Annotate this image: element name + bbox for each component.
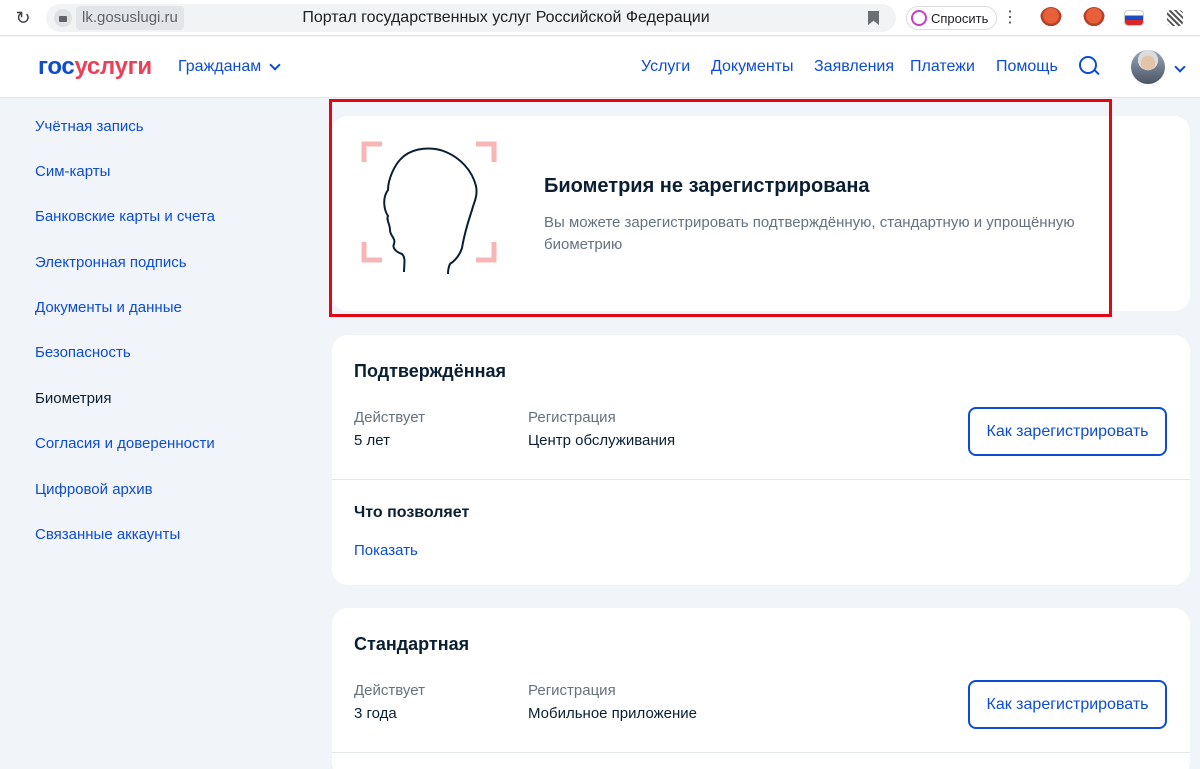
- allows-title: Что позволяет: [354, 504, 470, 521]
- avatar[interactable]: [1131, 50, 1165, 84]
- confirmed-title: Подтверждённая: [354, 361, 506, 381]
- registration-value: Мобильное приложение: [528, 705, 697, 722]
- browser-toolbar: ↻ lk.gosuslugi.ru Портал государственных…: [0, 0, 1200, 36]
- ask-icon: [911, 10, 927, 26]
- nav-documents[interactable]: Документы: [711, 55, 793, 79]
- gosuslugi-logo[interactable]: госуслуги: [38, 53, 152, 81]
- divider: [332, 479, 1190, 480]
- lock-icon[interactable]: [54, 9, 72, 27]
- logo-part-gos: гос: [38, 53, 75, 80]
- sidebar-item-linked-accounts[interactable]: Связанные аккаунты: [35, 525, 180, 545]
- sidebar-item-consents[interactable]: Согласия и доверенности: [35, 434, 215, 454]
- sidebar-item-documents[interactable]: Документы и данные: [35, 298, 182, 318]
- search-icon[interactable]: [1078, 55, 1100, 77]
- registration-label: Регистрация: [528, 409, 616, 426]
- divider: [332, 752, 1190, 753]
- how-to-register-button[interactable]: Как зарегистрировать: [968, 407, 1167, 456]
- nav-payments[interactable]: Платежи: [910, 55, 975, 79]
- russian-flag-extension-icon[interactable]: [1124, 10, 1144, 26]
- reload-icon[interactable]: ↻: [12, 7, 34, 29]
- chevron-down-icon: [269, 59, 281, 71]
- sidebar-item-account[interactable]: Учётная запись: [35, 117, 144, 137]
- extension-icon[interactable]: [1083, 7, 1105, 29]
- role-label: Гражданам: [178, 58, 262, 75]
- chevron-down-icon[interactable]: [1174, 61, 1186, 73]
- sidebar-item-bank-cards[interactable]: Банковские карты и счета: [35, 207, 215, 227]
- ask-button[interactable]: Спросить: [906, 6, 998, 30]
- role-selector[interactable]: Гражданам: [178, 55, 281, 79]
- valid-value: 5 лет: [354, 432, 390, 449]
- url-domain: lk.gosuslugi.ru: [76, 6, 184, 30]
- registration-label: Регистрация: [528, 682, 616, 699]
- show-link[interactable]: Показать: [354, 541, 418, 561]
- sidebar-item-e-signature[interactable]: Электронная подпись: [35, 253, 187, 273]
- sidebar-item-security[interactable]: Безопасность: [35, 343, 131, 363]
- sidebar-item-sim-cards[interactable]: Сим-карты: [35, 162, 110, 182]
- ask-label: Спросить: [931, 10, 989, 26]
- site-header: госуслуги Гражданам Услуги Документы Зая…: [0, 37, 1200, 98]
- sidebar-item-biometrics[interactable]: Биометрия: [35, 389, 111, 409]
- sidebar-item-digital-archive[interactable]: Цифровой архив: [35, 480, 153, 500]
- standard-title: Стандартная: [354, 634, 470, 654]
- address-bar[interactable]: lk.gosuslugi.ru Портал государственных у…: [46, 4, 896, 32]
- nav-applications[interactable]: Заявления: [814, 55, 894, 79]
- registration-value: Центр обслуживания: [528, 432, 676, 449]
- valid-value: 3 года: [354, 705, 397, 722]
- logo-part-uslugi: услуги: [74, 53, 152, 80]
- page-title: Портал государственных услуг Российской …: [302, 9, 710, 26]
- more-menu-icon[interactable]: ⋮: [1002, 6, 1018, 30]
- nav-help[interactable]: Помощь: [996, 55, 1058, 79]
- highlight-frame: [329, 99, 1112, 317]
- how-to-register-button[interactable]: Как зарегистрировать: [968, 680, 1167, 729]
- valid-label: Действует: [354, 409, 425, 426]
- extension-icon[interactable]: [1040, 7, 1062, 29]
- valid-label: Действует: [354, 682, 425, 699]
- bookmark-icon[interactable]: [868, 11, 879, 25]
- nav-services[interactable]: Услуги: [641, 55, 690, 79]
- extension-icon[interactable]: [1164, 7, 1186, 29]
